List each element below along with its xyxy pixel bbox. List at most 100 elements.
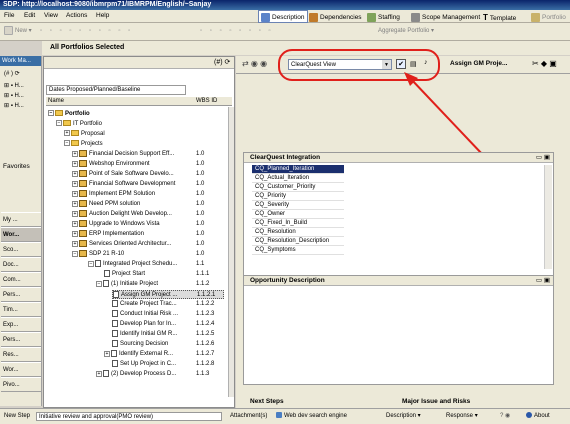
- perspective-dependencies[interactable]: Dependencies: [306, 10, 365, 23]
- toolbar-icons-group[interactable]: ▫ ▫ ▫ ▫ ▫ ▫ ▫ ▫ ▫ ▫: [40, 26, 190, 37]
- menu-file[interactable]: File: [4, 12, 14, 19]
- tree-item-task[interactable]: + (2) Develop Process D... 1.1.3: [96, 370, 234, 379]
- menu-edit[interactable]: Edit: [24, 12, 35, 19]
- tree-item-project[interactable]: + Point of Sale Software Develo... 1.0: [72, 170, 232, 179]
- nav-work[interactable]: Wor...: [1, 227, 41, 242]
- perspective-staffing[interactable]: Staffing: [364, 10, 403, 23]
- tree-item-project[interactable]: + Implement EPM Solution 1.0: [72, 190, 232, 199]
- nav-communication[interactable]: Com...: [1, 272, 41, 287]
- tree-item-task[interactable]: Create Project Trac... 1.1.2.2: [112, 300, 232, 309]
- tree-item-task[interactable]: Develop Plan for In... 1.1.2.4: [112, 320, 232, 329]
- nav-time[interactable]: Tim...: [1, 302, 41, 317]
- menu-actions[interactable]: Actions: [66, 12, 87, 19]
- nav-tree-item[interactable]: ⊞ ▪ H...: [4, 82, 24, 89]
- cq-field-row[interactable]: CQ_Priority: [252, 192, 344, 201]
- new-step-field[interactable]: Initiative review and approval(PMO revie…: [36, 412, 222, 421]
- cq-field-row[interactable]: CQ_Actual_Iteration: [252, 174, 344, 183]
- cq-field-row[interactable]: CQ_Owner: [252, 210, 344, 219]
- project-icon: [79, 170, 87, 177]
- tree-item-projects[interactable]: − Projects: [64, 140, 103, 149]
- nav-tree-item[interactable]: ⊞ ▪ H...: [4, 92, 24, 99]
- cq-scrollbar[interactable]: [544, 165, 552, 269]
- tree-item-project[interactable]: + ERP Implementation 1.0: [72, 230, 232, 239]
- cq-field-row[interactable]: CQ_Severity: [252, 201, 344, 210]
- tree-item-portfolio[interactable]: − Portfolio: [48, 110, 90, 119]
- cq-field-row[interactable]: CQ_Resolution: [252, 228, 344, 237]
- tree-scrollbar[interactable]: [228, 107, 234, 397]
- portfolio-icon: [531, 12, 540, 22]
- status-icons[interactable]: ? ◉: [500, 412, 510, 421]
- perspective-scope-management[interactable]: Scope Management: [408, 10, 483, 23]
- tree-item-project[interactable]: + Upgrade to Windows Vista 1.0: [72, 220, 232, 229]
- staffing-icon: [367, 12, 376, 22]
- tree-item-task[interactable]: Sourcing Decision 1.1.2.6: [112, 340, 232, 349]
- nav-scope[interactable]: Sco...: [1, 242, 41, 257]
- menu-view[interactable]: View: [44, 12, 58, 19]
- aggregate-portfolio-button[interactable]: Aggregate Portfolio ▾: [378, 26, 434, 37]
- tree-item-project[interactable]: + Financial Decision Support Eff... 1.0: [72, 150, 232, 159]
- tree-item-project[interactable]: − SDP 21 R-10 1.0: [72, 250, 232, 259]
- nav-personal-2[interactable]: Pers...: [1, 332, 41, 347]
- tree-column-headers: Name WBS ID: [46, 97, 232, 106]
- window-title: SDP: http://localhost:9080/ibmrpm71/IBMR…: [0, 0, 570, 10]
- nav-tree-item[interactable]: ⊞ ▪ H...: [4, 102, 24, 109]
- main-toolbar: New ▾ ▫ ▫ ▫ ▫ ▫ ▫ ▫ ▫ ▫ ▫ ▫ ▫ ▫ ▫ ▫ ▫ ▫ …: [0, 23, 570, 41]
- menu-help[interactable]: Help: [96, 12, 109, 19]
- col-name-header[interactable]: Name: [48, 98, 64, 104]
- folder-icon: [71, 140, 79, 147]
- col-wbs-header[interactable]: WBS ID: [196, 98, 217, 104]
- response-button[interactable]: Response ▾: [446, 412, 478, 421]
- next-steps-header: Next Steps: [250, 398, 284, 405]
- toolbar-icons-group-2[interactable]: ▫ ▫ ▫ ▫ ▫ ▫ ▫ ▫: [200, 26, 340, 37]
- tree-item-project[interactable]: + Need PPM solution 1.0: [72, 200, 232, 209]
- perspective-template[interactable]: T Template: [480, 10, 519, 23]
- nav-arrows-icon[interactable]: ⇄ ◉ ◉: [242, 59, 267, 68]
- nav-resource[interactable]: Res...: [1, 347, 41, 362]
- navigator-controls[interactable]: (# ) ⟳: [4, 70, 20, 77]
- nav-my[interactable]: My ...: [1, 212, 41, 227]
- tree-item-task[interactable]: Identify Initial GM R... 1.1.2.5: [112, 330, 232, 339]
- nav-documents[interactable]: Doc...: [1, 257, 41, 272]
- cq-field-row[interactable]: CQ_Planned_Iteration: [252, 165, 344, 174]
- description-icon: [261, 12, 270, 22]
- new-button[interactable]: New ▾: [4, 26, 32, 37]
- nav-workflow[interactable]: Wor...: [1, 362, 41, 377]
- new-icon: [4, 26, 13, 35]
- attachments-button[interactable]: Attachment(s): [230, 412, 267, 421]
- nav-expenses[interactable]: Exp...: [1, 317, 41, 332]
- tree-item-task[interactable]: − (1) Initiate Project 1.1.2: [96, 280, 234, 289]
- tree-item-it-portfolio[interactable]: − IT Portfolio: [56, 120, 102, 129]
- cq-field-row[interactable]: CQ_Fixed_In_Build: [252, 219, 344, 228]
- tree-item-task[interactable]: Set Up Project in C... 1.1.2.8: [112, 360, 232, 369]
- search-engine-link[interactable]: Web dev search engine: [276, 412, 347, 421]
- tree-item-schedule[interactable]: − Integrated Project Schedu... 1.1: [88, 260, 234, 269]
- tree-item-project[interactable]: + Auction Delight Web Develop... 1.0: [72, 210, 232, 219]
- tree-item-project[interactable]: + Services Oriented Architectur... 1.0: [72, 240, 232, 249]
- dependencies-icon: [309, 12, 318, 22]
- clearquest-panel-header: ClearQuest Integration ▭ ▣: [244, 153, 553, 163]
- about-button[interactable]: About: [526, 412, 550, 421]
- cq-field-row[interactable]: CQ_Symptoms: [252, 246, 344, 255]
- tree-item-task-selected[interactable]: Assign GM Project ... 1.1.2.1: [112, 290, 224, 299]
- dates-filter-select[interactable]: Dates Proposed/Planned/Baseline: [46, 85, 186, 95]
- panel-icons[interactable]: ✂ ◆ ▣: [532, 59, 557, 68]
- cq-field-row[interactable]: CQ_Resolution_Description: [252, 237, 344, 246]
- task-icon: [111, 350, 117, 357]
- cq-field-row[interactable]: CQ_Customer_Priority: [252, 183, 344, 192]
- tree-item-project[interactable]: + Financial Software Development 1.0: [72, 180, 232, 189]
- tree-item-task[interactable]: Project Start 1.1.1: [104, 270, 234, 279]
- folder-icon: [71, 130, 79, 137]
- nav-personal[interactable]: Pers...: [1, 287, 41, 302]
- tree-item-task[interactable]: Conduct Initial Risk ... 1.1.2.3: [112, 310, 232, 319]
- description-dropdown[interactable]: Description ▾: [386, 412, 421, 421]
- nav-pivot[interactable]: Pivo...: [1, 377, 41, 392]
- tree-item-task[interactable]: + Identify External R... 1.1.2.7: [104, 350, 232, 359]
- task-icon: [104, 270, 110, 277]
- panel-window-controls[interactable]: ▭ ▣: [536, 153, 550, 163]
- tree-item-proposal[interactable]: + Proposal: [64, 130, 105, 139]
- tree-item-project[interactable]: + Webshop Environment 1.0: [72, 160, 232, 169]
- panel-window-controls[interactable]: ▭ ▣: [536, 276, 550, 286]
- refresh-icon[interactable]: (#) ⟳: [214, 58, 230, 66]
- perspective-portfolio[interactable]: Portfolio: [528, 10, 569, 23]
- perspective-description[interactable]: Description: [258, 10, 308, 23]
